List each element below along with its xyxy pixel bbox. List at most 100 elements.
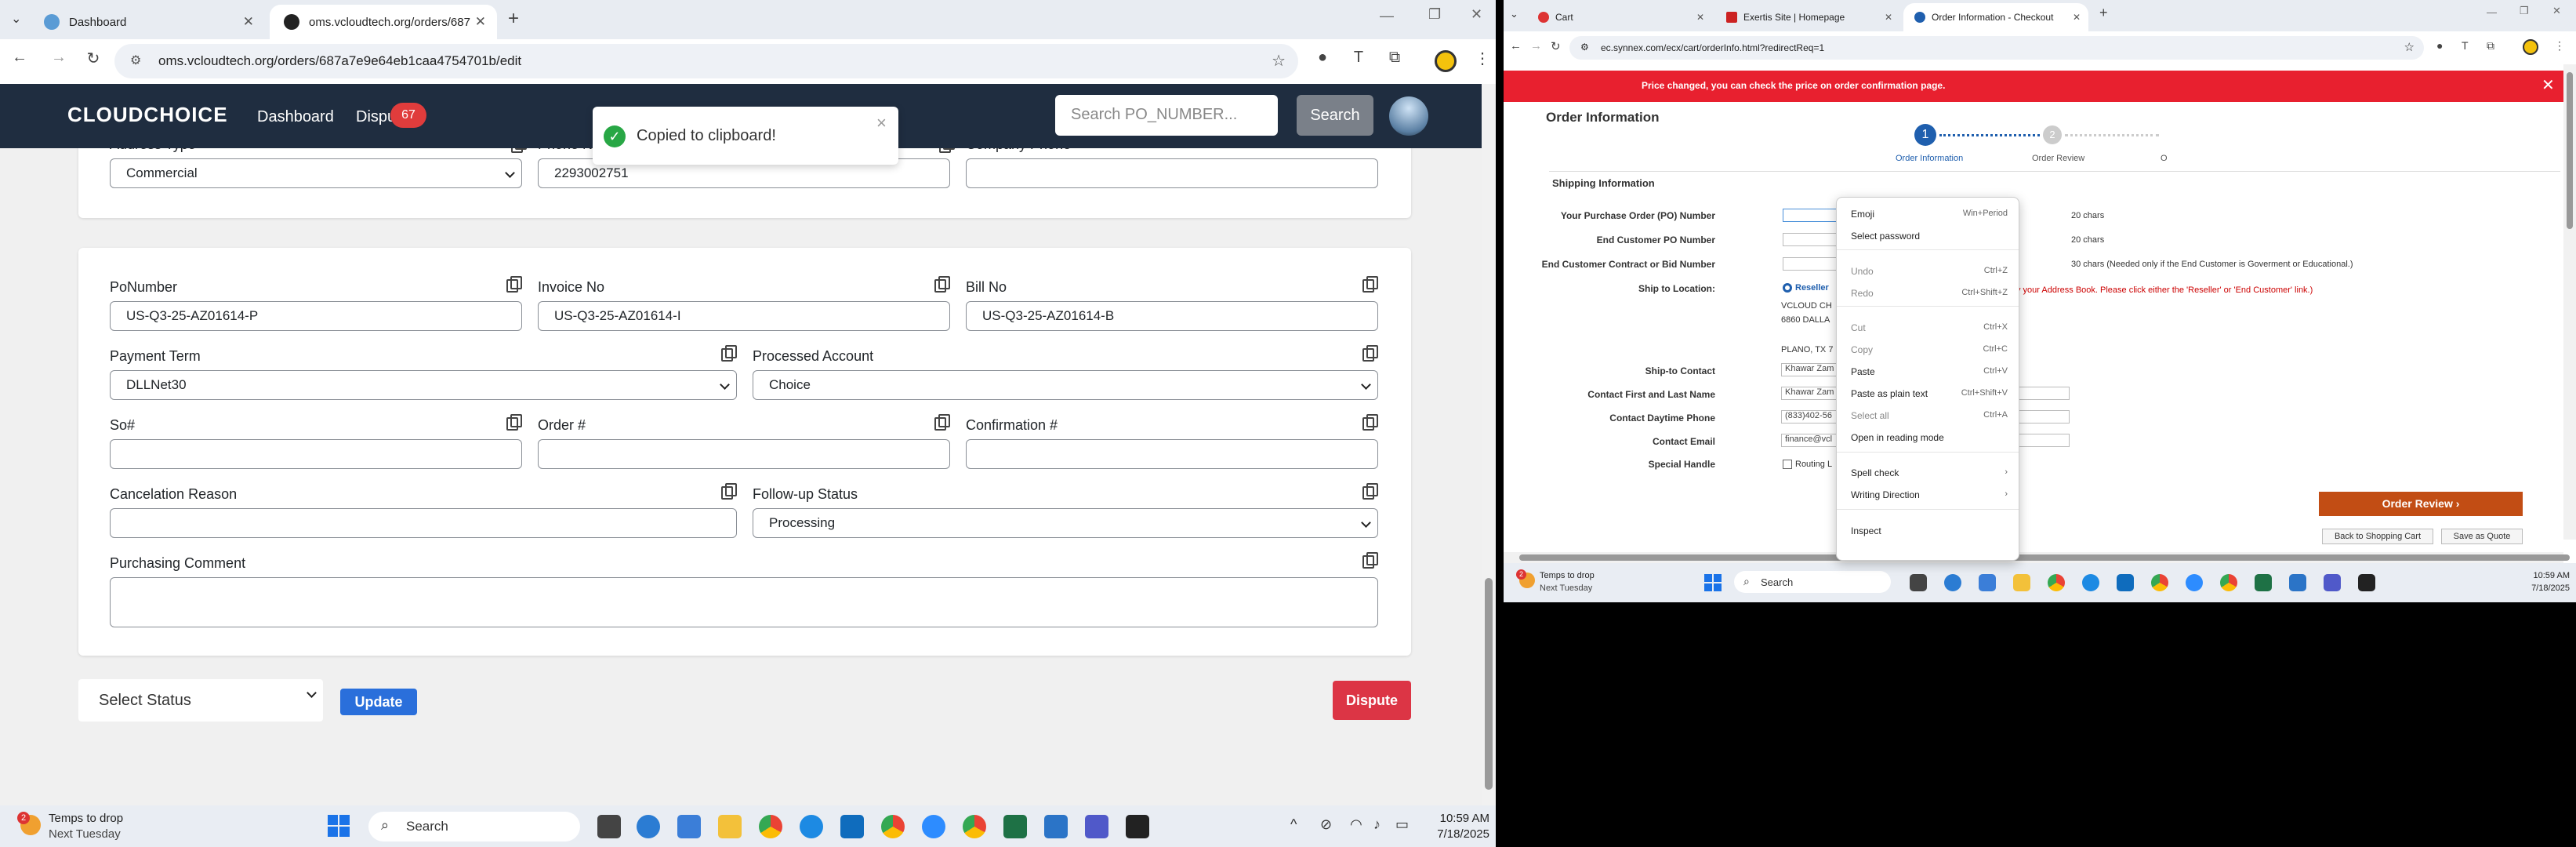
file-explorer-icon[interactable]: [718, 815, 742, 838]
chrome-profile-icon[interactable]: [2151, 574, 2168, 591]
outlook-icon[interactable]: [2117, 574, 2134, 591]
reader-icon[interactable]: T: [2462, 39, 2469, 52]
ctx-undo[interactable]: Undo Ctrl+Z: [1851, 266, 2008, 277]
tab-dashboard[interactable]: Dashboard ✕: [30, 5, 265, 39]
so-input[interactable]: [110, 439, 522, 469]
new-tab-icon[interactable]: +: [2099, 5, 2108, 21]
invoice-no-input[interactable]: US-Q3-25-AZ01614-I: [538, 301, 950, 331]
confirmation-input[interactable]: [966, 439, 1378, 469]
right-url-input[interactable]: ⚙ ec.synnex.com/ecx/cart/orderInfo.html?r…: [1569, 36, 2424, 60]
outlook-icon[interactable]: [840, 815, 864, 838]
payment-term-select[interactable]: DLLNet30: [110, 370, 737, 400]
teams-icon[interactable]: [2324, 574, 2341, 591]
site-info-icon[interactable]: ⚙: [1580, 42, 1589, 53]
ctx-paste-plain[interactable]: Paste as plain text Ctrl+Shift+V: [1851, 388, 2008, 399]
po-number-input[interactable]: US-Q3-25-AZ01614-P: [110, 301, 522, 331]
zoom-icon[interactable]: [922, 815, 945, 838]
close-tab-icon[interactable]: ✕: [243, 14, 254, 30]
site-info-icon[interactable]: ⚙: [130, 53, 141, 68]
ctx-emoji[interactable]: Emoji Win+Period: [1851, 209, 2008, 220]
taskbar-search-input[interactable]: ⌕ Search: [1734, 571, 1891, 593]
ctx-select-all[interactable]: Select all Ctrl+A: [1851, 410, 2008, 421]
routing-checkbox[interactable]: [1783, 460, 1792, 469]
reload-icon[interactable]: ↻: [82, 49, 105, 68]
page-scrollbar[interactable]: [1482, 84, 1496, 805]
menu-dots-icon[interactable]: ⋮: [1471, 49, 1494, 68]
chrome-icon[interactable]: [2048, 574, 2065, 591]
copy-invoice-icon[interactable]: [934, 276, 950, 293]
sticky-app-icon[interactable]: [2358, 574, 2375, 591]
tab-exertis[interactable]: Exertis Site | Homepage ✕: [1715, 3, 1900, 31]
bookmark-star-icon[interactable]: ☆: [2404, 40, 2415, 54]
copy-confirmation-icon[interactable]: [1362, 414, 1378, 431]
windows-start-icon[interactable]: [328, 815, 350, 837]
reader-icon[interactable]: T: [1347, 49, 1370, 67]
calculator-icon[interactable]: [677, 815, 701, 838]
address-type-select[interactable]: Commercial: [110, 158, 522, 188]
excel-icon[interactable]: [2255, 574, 2272, 591]
profile-avatar-icon[interactable]: [2523, 39, 2538, 55]
copy-cancel-icon[interactable]: [721, 483, 737, 500]
save-as-quote-button[interactable]: Save as Quote: [2441, 529, 2523, 544]
ctx-inspect[interactable]: Inspect: [1851, 525, 2008, 536]
tray-chevron-icon[interactable]: ^: [1290, 816, 1297, 833]
tab-list-icon[interactable]: ⌄: [1510, 8, 1518, 20]
close-alert-icon[interactable]: ✕: [2542, 75, 2555, 95]
file-explorer-icon[interactable]: [2013, 574, 2030, 591]
calculator-icon[interactable]: [1979, 574, 1996, 591]
purchasing-comment-textarea[interactable]: [110, 577, 1378, 627]
ctx-paste[interactable]: Paste Ctrl+V: [1851, 366, 2008, 377]
copy-followup-icon[interactable]: [1362, 483, 1378, 500]
restore-icon[interactable]: ❐: [1428, 6, 1441, 23]
network-off-icon[interactable]: ⊘: [1320, 816, 1332, 833]
task-view-icon[interactable]: [597, 815, 621, 838]
right-vertical-scrollbar[interactable]: [2563, 64, 2576, 540]
copy-payment-icon[interactable]: [721, 345, 737, 362]
copy-so-icon[interactable]: [506, 414, 522, 431]
minimize-icon[interactable]: —: [1380, 8, 1394, 24]
back-icon[interactable]: ←: [8, 49, 31, 67]
excel-icon[interactable]: [1003, 815, 1027, 838]
ctx-spell-check[interactable]: Spell check ›: [1851, 467, 2008, 478]
search-button[interactable]: Search: [1297, 95, 1373, 136]
extension-icon[interactable]: ●: [2436, 39, 2443, 52]
copy-order-icon[interactable]: [934, 414, 950, 431]
reload-icon[interactable]: ↻: [1551, 39, 1561, 53]
order-number-input[interactable]: [538, 439, 950, 469]
clock-time[interactable]: 10:59 AM: [2499, 571, 2570, 580]
forward-icon[interactable]: →: [47, 49, 71, 67]
battery-icon[interactable]: ▭: [1395, 816, 1409, 833]
volume-icon[interactable]: ♪: [1373, 816, 1381, 833]
select-status-dropdown[interactable]: Select Status: [78, 679, 323, 722]
app-icon[interactable]: [637, 815, 660, 838]
cancelation-reason-input[interactable]: [110, 508, 737, 538]
puzzle-icon[interactable]: ⧉: [2487, 39, 2494, 53]
back-icon[interactable]: ←: [1510, 39, 1522, 53]
copy-po-icon[interactable]: [506, 276, 522, 293]
url-input[interactable]: ⚙ oms.vcloudtech.org/orders/687a7e9e64eb…: [114, 44, 1298, 78]
ctx-reading-mode[interactable]: Open in reading mode: [1851, 432, 2008, 443]
extension-icon[interactable]: ●: [1311, 49, 1334, 67]
tab-oms-order[interactable]: oms.vcloudtech.org/orders/687 ✕: [270, 5, 497, 39]
dispute-button[interactable]: Dispute: [1333, 681, 1411, 720]
sticky-app-icon[interactable]: [1126, 815, 1149, 838]
tab-cart[interactable]: Cart ✕: [1527, 3, 1712, 31]
processed-account-select[interactable]: Choice: [753, 370, 1378, 400]
ctx-cut[interactable]: Cut Ctrl+X: [1851, 322, 2008, 333]
taskbar-search-input[interactable]: ⌕ Search: [368, 812, 580, 842]
toast-close-icon[interactable]: ×: [876, 113, 887, 133]
back-to-cart-button[interactable]: Back to Shopping Cart: [2322, 529, 2433, 544]
chrome-alt-icon[interactable]: [2220, 574, 2237, 591]
chrome-alt-icon[interactable]: [963, 815, 986, 838]
right-horizontal-scrollbar[interactable]: [1504, 552, 2570, 563]
reseller-link[interactable]: Reseller: [1795, 283, 1829, 293]
reseller-radio[interactable]: [1783, 283, 1792, 293]
tab-order-information[interactable]: Order Information - Checkout ✕: [1903, 3, 2088, 31]
close-window-icon[interactable]: ✕: [2552, 5, 2561, 17]
copy-comment-icon[interactable]: [1362, 552, 1378, 569]
photos-icon[interactable]: [1044, 815, 1068, 838]
bill-no-input[interactable]: US-Q3-25-AZ01614-B: [966, 301, 1378, 331]
profile-avatar-icon[interactable]: [1435, 50, 1457, 72]
edge-icon[interactable]: [2082, 574, 2099, 591]
user-avatar[interactable]: [1389, 96, 1428, 136]
